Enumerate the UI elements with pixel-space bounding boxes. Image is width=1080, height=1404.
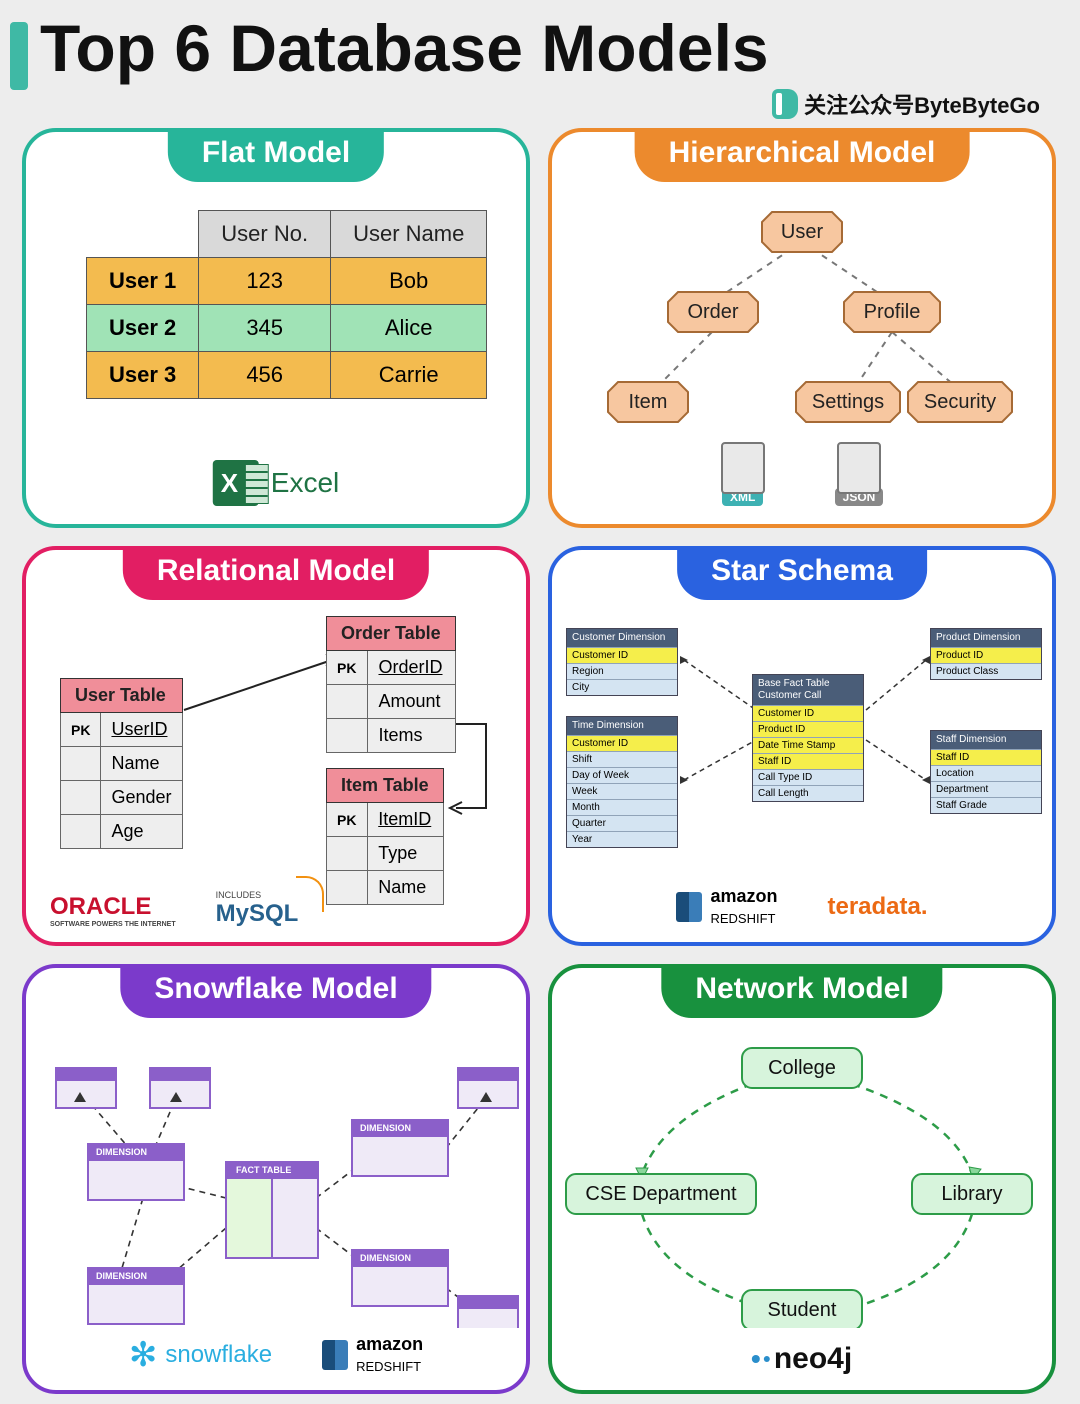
col: Age <box>101 815 182 849</box>
mysql-logo: INCLUDESMySQL <box>216 890 299 928</box>
dim-staff: Staff Dimension Staff ID Location Depart… <box>930 730 1042 814</box>
dim-time: Time Dimension Customer ID Shift Day of … <box>566 716 678 848</box>
cell: 345 <box>199 305 331 352</box>
card-grid: Flat Model User No. User Name User 1 123… <box>22 128 1056 1394</box>
tbl-title: Order Table <box>327 617 456 651</box>
bytebytego-icon <box>772 89 798 119</box>
redshift-icon <box>676 892 702 922</box>
snowflake-icon <box>129 1335 158 1375</box>
snow-diagram: DIMENSION DIMENSION DIMENSION DIMENSION … <box>26 1028 526 1328</box>
redshift-logo: amazonREDSHIFT <box>676 886 777 928</box>
tbl-title: User Table <box>61 679 183 713</box>
dim-customer: Customer Dimension Customer ID Region Ci… <box>566 628 678 696</box>
node-library: Library <box>941 1183 1002 1205</box>
cell: Bob <box>331 258 487 305</box>
tbl-title: Item Table <box>327 769 444 803</box>
neo4j-icon <box>752 1355 760 1363</box>
item-table: Item Table PKItemID Type Name <box>326 768 444 905</box>
col: Name <box>101 747 182 781</box>
attribution: 关注公众号ByteByteGo <box>772 88 1040 120</box>
net-diagram: College CSE Department Library Student <box>552 1028 1052 1328</box>
card-title-hier: Hierarchical Model <box>635 128 970 182</box>
row-label: User 1 <box>87 258 199 305</box>
card-title-star: Star Schema <box>677 546 927 600</box>
col: Type <box>368 837 443 871</box>
pk: OrderID <box>368 651 455 685</box>
cell: Carrie <box>331 352 487 399</box>
col: Items <box>368 719 455 753</box>
card-title-rel: Relational Model <box>123 546 429 600</box>
hier-formats: XML JSON <box>552 442 1052 506</box>
col: Name <box>368 871 443 905</box>
json-icon: JSON <box>835 442 884 506</box>
snow-logos: snowflake amazonREDSHIFT <box>26 1334 526 1376</box>
neo4j-icon <box>764 1356 770 1362</box>
teradata-logo: teradata. <box>827 893 927 921</box>
node-item: Item <box>629 391 668 413</box>
redshift-logo: amazonREDSHIFT <box>322 1334 423 1376</box>
star-diagram: Customer Dimension Customer ID Region Ci… <box>566 620 1046 880</box>
svg-text:DIMENSION: DIMENSION <box>360 1253 411 1263</box>
accent-bar <box>10 22 28 90</box>
node-college: College <box>768 1057 836 1079</box>
node-order: Order <box>687 301 738 323</box>
card-title-snow: Snowflake Model <box>120 964 431 1018</box>
rel-logos: ORACLESOFTWARE POWERS THE INTERNET INCLU… <box>50 890 298 928</box>
excel-label: Excel <box>271 467 339 499</box>
card-title-flat: Flat Model <box>168 128 384 182</box>
col-userno: User No. <box>199 211 331 258</box>
cell: 123 <box>199 258 331 305</box>
card-relational: Relational Model User Table PKUserID Nam… <box>22 546 530 946</box>
excel-icon <box>213 460 259 506</box>
star-logos: amazonREDSHIFT teradata. <box>552 886 1052 928</box>
card-star: Star Schema Customer Dimension Customer … <box>548 546 1056 946</box>
svg-text:DIMENSION: DIMENSION <box>96 1271 147 1281</box>
node-security: Security <box>924 391 996 413</box>
card-flat: Flat Model User No. User Name User 1 123… <box>22 128 530 528</box>
oracle-logo: ORACLESOFTWARE POWERS THE INTERNET <box>50 893 176 928</box>
hier-tree: User Order Profile Item Settings Securit… <box>552 192 1052 452</box>
cell: 456 <box>199 352 331 399</box>
redshift-icon <box>322 1340 348 1370</box>
node-settings: Settings <box>812 391 884 413</box>
node-user: User <box>781 221 824 243</box>
card-hierarchical: Hierarchical Model User Order Profile It… <box>548 128 1056 528</box>
node-cse: CSE Department <box>585 1183 737 1205</box>
col: Amount <box>368 685 455 719</box>
page-title: Top 6 Database Models <box>40 10 769 86</box>
neo4j-text: neo4j <box>774 1342 852 1376</box>
attribution-text: 关注公众号ByteByteGo <box>804 88 1040 120</box>
dim-product: Product Dimension Product ID Product Cla… <box>930 628 1042 680</box>
fact-table: Base Fact TableCustomer Call Customer ID… <box>752 674 864 802</box>
order-table: Order Table PKOrderID Amount Items <box>326 616 456 753</box>
xml-icon: XML <box>721 442 765 506</box>
svg-text:DIMENSION: DIMENSION <box>96 1147 147 1157</box>
row-label: User 3 <box>87 352 199 399</box>
cell: Alice <box>331 305 487 352</box>
user-table: User Table PKUserID Name Gender Age <box>60 678 183 849</box>
pk: ItemID <box>368 803 443 837</box>
flat-table: User No. User Name User 1 123 Bob User 2… <box>86 210 487 399</box>
col: Gender <box>101 781 182 815</box>
excel-logo: Excel <box>213 460 339 506</box>
card-network: Network Model College CSE Department Lib… <box>548 964 1056 1394</box>
col-username: User Name <box>331 211 487 258</box>
node-student: Student <box>768 1299 837 1321</box>
snowflake-logo: snowflake <box>129 1335 272 1375</box>
neo4j-logo: neo4j <box>752 1342 852 1376</box>
card-snowflake: Snowflake Model DIMENSION DIMEN <box>22 964 530 1394</box>
svg-text:FACT TABLE: FACT TABLE <box>236 1165 291 1175</box>
pk: UserID <box>101 713 182 747</box>
row-label: User 2 <box>87 305 199 352</box>
svg-text:DIMENSION: DIMENSION <box>360 1123 411 1133</box>
card-title-net: Network Model <box>661 964 942 1018</box>
node-profile: Profile <box>864 301 921 323</box>
